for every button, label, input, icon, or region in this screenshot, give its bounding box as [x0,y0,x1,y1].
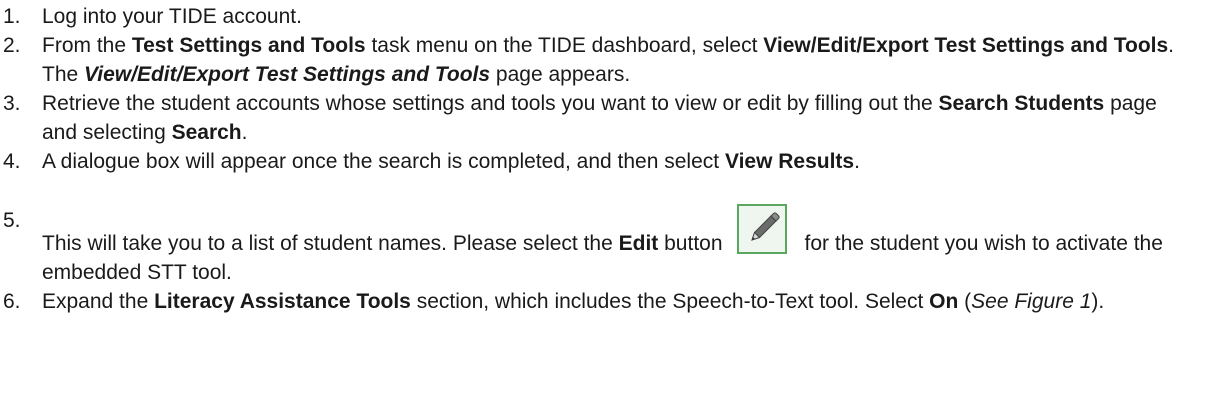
step-1: 1. Log into your TIDE account. [0,2,1205,31]
step-number: 6. [3,290,21,313]
instructions-document: 1. Log into your TIDE account. 2. From t… [0,0,1205,408]
button-name: Search [171,121,242,144]
step-text: From the Test Settings and Tools task me… [42,34,1175,86]
step-text: Log into your TIDE account. [42,5,302,28]
step-4: 4. A dialogue box will appear once the s… [0,147,1205,176]
step-number: 3. [3,92,21,115]
step-number: 2. [3,34,21,57]
section-name: Literacy Assistance Tools [154,290,411,313]
button-name: Edit [618,232,659,255]
step-5: 5. This will take you to a list of stude… [0,204,1205,287]
step-number: 4. [3,150,21,173]
pencil-icon [750,212,780,241]
figure-reference: See Figure 1 [971,290,1092,313]
page-name: Search Students [938,92,1105,115]
edit-pencil-icon [736,204,787,254]
step-number: 1. [3,5,21,28]
step-3: 3. Retrieve the student accounts whose s… [0,89,1205,147]
steps-list: 1. Log into your TIDE account. 2. From t… [0,2,1205,316]
step-text: Expand the Literacy Assistance Tools sec… [42,290,1105,313]
step-6: 6. Expand the Literacy Assistance Tools … [0,287,1205,316]
menu-option: View/Edit/Export Test Settings and Tools [763,34,1169,57]
step-2: 2. From the Test Settings and Tools task… [0,31,1205,89]
button-name: View Results [724,150,855,173]
option-name: On [929,290,959,313]
step-number: 5. [3,209,21,232]
menu-name: Test Settings and Tools [131,34,366,57]
step-text: Retrieve the student accounts whose sett… [42,92,1157,144]
step-text: A dialogue box will appear once the sear… [42,150,860,173]
step-text: This will take you to a list of student … [42,204,1205,287]
page-name: View/Edit/Export Test Settings and Tools [84,63,491,86]
